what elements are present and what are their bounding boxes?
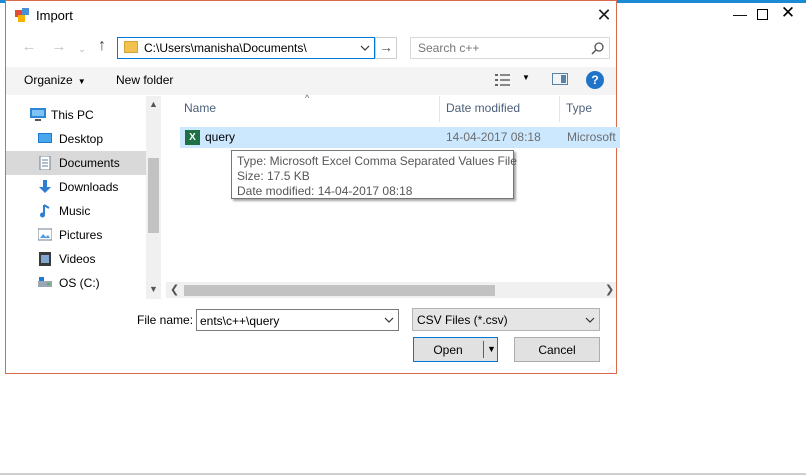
sidebar-item-desktop[interactable]: Desktop bbox=[6, 127, 146, 151]
file-type-select[interactable]: CSV Files (*.csv) bbox=[412, 308, 600, 331]
open-options-arrow-icon[interactable]: ▼ bbox=[487, 344, 497, 354]
sidebar-item-os-c[interactable]: OS (C:) bbox=[6, 271, 146, 295]
open-button[interactable]: Open ▼ bbox=[413, 337, 498, 362]
view-options-chevron-icon[interactable]: ▼ bbox=[522, 73, 530, 82]
cancel-button-label: Cancel bbox=[538, 343, 576, 357]
sidebar-item-pictures[interactable]: Pictures bbox=[6, 223, 146, 247]
chevron-down-icon[interactable] bbox=[584, 313, 596, 327]
sidebar-item-downloads[interactable]: Downloads bbox=[6, 175, 146, 199]
file-row[interactable]: X query 14-04-2017 08:18 Microsoft bbox=[180, 127, 620, 148]
tooltip-date: Date modified: 14-04-2017 08:18 bbox=[237, 184, 413, 198]
search-icon[interactable] bbox=[591, 41, 605, 55]
background-close-button[interactable]: ✕ bbox=[780, 3, 796, 22]
back-button[interactable]: ← bbox=[19, 37, 39, 57]
file-info-tooltip: Type: Microsoft Excel Comma Separated Va… bbox=[231, 150, 517, 199]
monitor-icon bbox=[30, 108, 46, 121]
column-header-type[interactable]: Type bbox=[566, 101, 592, 119]
file-name[interactable]: query bbox=[205, 130, 235, 144]
resize-grip-icon[interactable]: ⋰ bbox=[607, 365, 615, 373]
search-placeholder: Search c++ bbox=[418, 41, 480, 55]
sidebar-item-label: This PC bbox=[51, 108, 94, 122]
background-maximize-button[interactable] bbox=[755, 5, 769, 21]
file-type: Microsoft bbox=[567, 130, 616, 144]
file-name-label: File name: bbox=[137, 313, 194, 327]
forward-button[interactable]: → bbox=[49, 37, 69, 57]
split-button-divider bbox=[483, 341, 484, 358]
file-name-value[interactable]: ents\c++\query bbox=[200, 314, 279, 328]
recent-locations-button[interactable]: ⌄ bbox=[76, 39, 88, 59]
sidebar-item-this-pc[interactable]: This PC bbox=[6, 103, 146, 127]
go-button[interactable]: → bbox=[375, 37, 397, 59]
address-path[interactable]: C:\Users\manisha\Documents\ bbox=[144, 41, 307, 55]
music-icon bbox=[38, 204, 52, 218]
column-divider[interactable] bbox=[559, 96, 560, 122]
address-bar[interactable]: C:\Users\manisha\Documents\ bbox=[117, 37, 375, 59]
dialog-title: Import bbox=[36, 8, 73, 23]
command-toolbar: Organize ▼ New folder ▼ ? bbox=[6, 67, 616, 95]
file-name-input[interactable]: ents\c++\query bbox=[196, 309, 399, 331]
sidebar-item-label: Music bbox=[59, 204, 91, 218]
drive-icon bbox=[38, 276, 52, 289]
help-button[interactable]: ? bbox=[586, 71, 604, 89]
excel-icon: X bbox=[185, 130, 200, 145]
scroll-up-arrow-icon[interactable]: ▲ bbox=[146, 99, 161, 111]
cancel-button[interactable]: Cancel bbox=[514, 337, 600, 362]
tooltip-size: Size: 17.5 KB bbox=[237, 169, 310, 183]
sidebar-item-label: OS (C:) bbox=[59, 276, 100, 290]
scrollbar-thumb[interactable] bbox=[148, 158, 159, 233]
column-header-date-modified[interactable]: Date modified bbox=[446, 101, 520, 119]
sidebar-item-documents[interactable]: Documents bbox=[6, 151, 146, 175]
file-type-value: CSV Files (*.csv) bbox=[417, 313, 508, 327]
sort-ascending-icon: ^ bbox=[305, 93, 310, 103]
sidebar-item-label: Pictures bbox=[59, 228, 103, 242]
sidebar-item-videos[interactable]: Videos bbox=[6, 247, 146, 271]
dialog-close-button[interactable]: ✕ bbox=[595, 5, 613, 25]
navigation-pane: This PC Desktop Documents Downloads Musi… bbox=[6, 96, 162, 299]
search-input[interactable]: Search c++ bbox=[410, 37, 610, 59]
desktop-icon bbox=[38, 132, 52, 145]
scrollbar-thumb[interactable] bbox=[184, 285, 495, 296]
chevron-down-icon: ▼ bbox=[77, 77, 86, 86]
organize-label: Organize bbox=[24, 73, 73, 87]
column-divider[interactable] bbox=[439, 96, 440, 122]
scroll-left-arrow-icon[interactable]: ❮ bbox=[170, 283, 179, 296]
new-folder-button[interactable]: New folder bbox=[116, 73, 173, 87]
videos-icon bbox=[38, 252, 52, 266]
pictures-icon bbox=[37, 228, 53, 241]
file-date-modified: 14-04-2017 08:18 bbox=[446, 130, 541, 144]
sidebar-item-label: Videos bbox=[59, 252, 96, 266]
chevron-down-icon[interactable] bbox=[358, 40, 372, 56]
horizontal-scrollbar[interactable]: ❮ ❯ bbox=[166, 282, 616, 298]
column-header-name[interactable]: Name bbox=[184, 101, 216, 119]
preview-pane-icon[interactable] bbox=[552, 73, 568, 85]
documents-icon bbox=[38, 155, 52, 171]
organize-button[interactable]: Organize ▼ bbox=[24, 73, 86, 87]
scroll-right-arrow-icon[interactable]: ❯ bbox=[605, 283, 614, 296]
app-icon bbox=[15, 8, 29, 22]
up-folder-button[interactable]: ↑ bbox=[92, 36, 112, 56]
sidebar-item-label: Desktop bbox=[59, 132, 104, 146]
sidebar-item-music[interactable]: Music bbox=[6, 199, 146, 223]
sidebar-item-label: Downloads bbox=[59, 180, 119, 194]
folder-icon bbox=[124, 41, 138, 53]
tooltip-type: Type: Microsoft Excel Comma Separated Va… bbox=[237, 154, 517, 168]
scroll-down-arrow-icon[interactable]: ▼ bbox=[146, 284, 161, 296]
background-minimize-button[interactable]: — bbox=[733, 6, 747, 22]
download-icon bbox=[38, 180, 52, 193]
chevron-down-icon[interactable] bbox=[383, 313, 395, 327]
sidebar-item-label: Documents bbox=[59, 156, 120, 170]
navigation-scrollbar[interactable]: ▲ ▼ bbox=[146, 96, 161, 299]
view-details-icon[interactable] bbox=[494, 72, 512, 88]
open-button-label: Open bbox=[433, 343, 463, 357]
